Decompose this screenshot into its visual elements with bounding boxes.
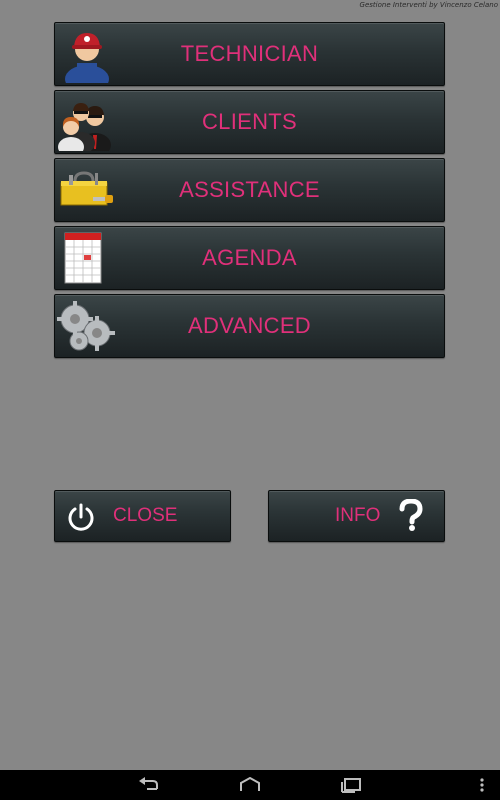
assistance-button[interactable]: ASSISTANCE [54, 158, 445, 222]
advanced-label: ADVANCED [187, 313, 311, 338]
info-label: INFO [335, 505, 381, 526]
agenda-label: AGENDA [202, 245, 297, 270]
close-button[interactable]: CLOSE [54, 490, 231, 542]
power-icon [68, 503, 94, 531]
technician-label: TECHNICIAN [180, 41, 319, 66]
overflow-menu-icon[interactable] [476, 777, 488, 793]
advanced-button[interactable]: ADVANCED [54, 294, 445, 358]
home-icon[interactable] [238, 777, 262, 793]
main-screen: Gestione Interventi by Vincenzo Celano T… [0, 0, 500, 800]
clients-label: CLIENTS [201, 109, 297, 134]
info-button[interactable]: INFO [268, 490, 445, 542]
app-credit: Gestione Interventi by Vincenzo Celano [359, 1, 498, 9]
recents-icon[interactable] [339, 777, 363, 793]
agenda-button[interactable]: AGENDA [54, 226, 445, 290]
close-label: CLOSE [113, 505, 178, 526]
clients-button[interactable]: CLIENTS [54, 90, 445, 154]
navigation-bar [0, 770, 500, 800]
back-icon[interactable] [137, 777, 161, 793]
question-mark-icon [399, 499, 423, 531]
assistance-label: ASSISTANCE [179, 177, 320, 202]
technician-button[interactable]: TECHNICIAN [54, 22, 445, 86]
